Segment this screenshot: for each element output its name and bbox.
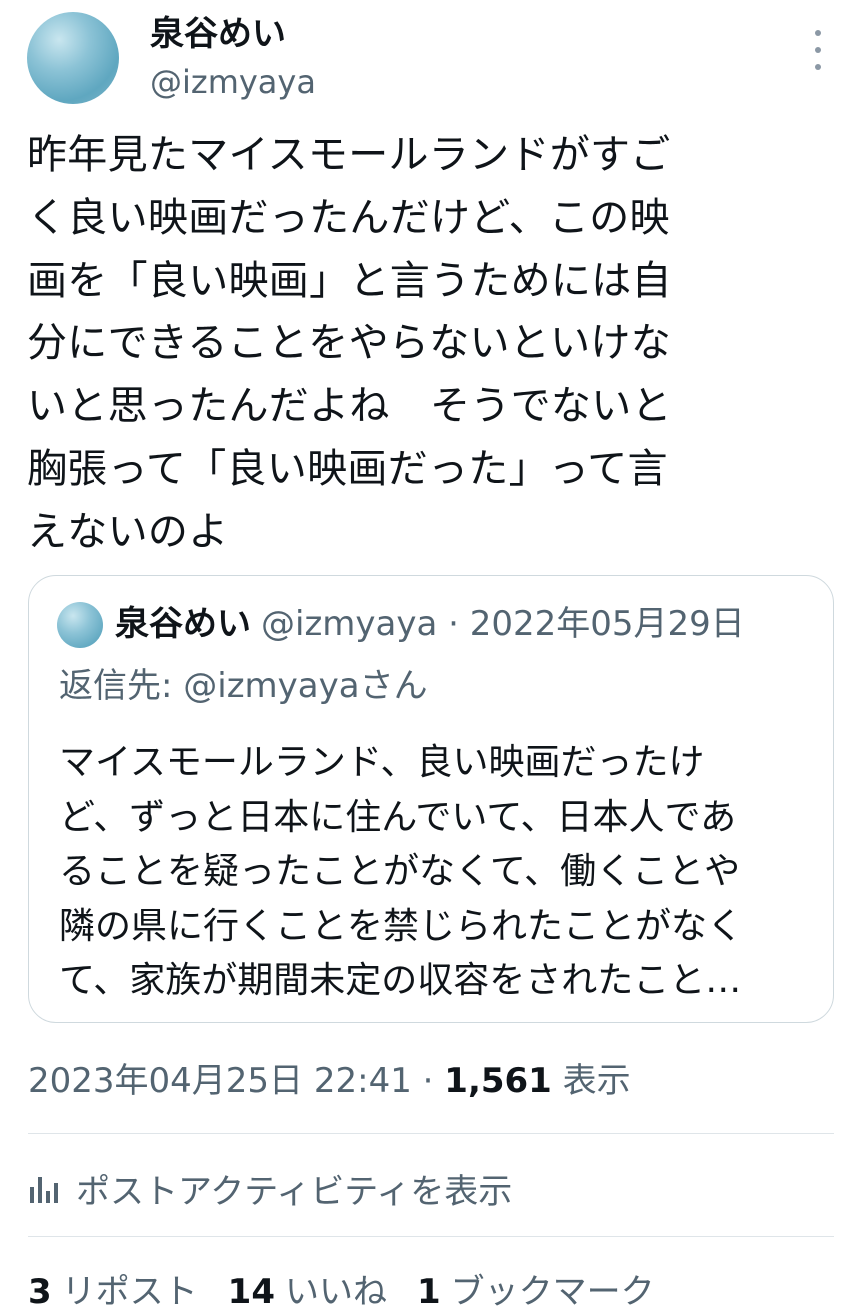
likes-label: いいね [285,1271,387,1312]
bookmarks-count: 1 [417,1271,441,1312]
reposts-label: リポスト [61,1271,198,1312]
bar-chart-icon [30,1177,58,1203]
bookmarks-label: ブックマーク [450,1271,655,1312]
quoted-avatar [57,602,103,648]
tweet-text: 昨年見たマイスモールランドがすご く良い映画だったんだけど、この映 画を「良い映… [27,132,672,555]
views-label: 表示 [551,1061,631,1101]
bookmarks-stat[interactable]: 1 ブックマーク [417,1264,655,1313]
timestamp[interactable]: 2023年04月25日 22:41 · [28,1061,444,1101]
divider [28,1133,834,1134]
quoted-handle-date: @izmyaya · 2022年05月29日 [261,604,745,644]
reposts-stat[interactable]: 3 リポスト [28,1264,198,1313]
engagement-stats: 3 リポスト 14 いいね 1 ブックマーク [28,1262,685,1314]
views-count: 1,561 [444,1061,552,1101]
divider [28,1236,834,1237]
author-handle[interactable]: @izmyaya [150,60,316,104]
post-activity-link[interactable]: ポストアクティビティを表示 [28,1160,512,1216]
likes-stat[interactable]: 14 いいね [228,1264,387,1313]
quoted-tweet-text: マイスモールランド、良い映画だったけ ど、ずっと日本に住んでいて、日本人であ る… [59,742,744,1001]
author-display-name[interactable]: 泉谷めい [150,12,286,56]
quoted-reply-to: 返信先: @izmyayaさん [59,666,428,706]
quoted-tweet-card[interactable]: 泉谷めい @izmyaya · 2022年05月29日 返信先: @izmyaya… [28,575,834,1023]
reposts-count: 3 [28,1271,52,1312]
quoted-header: 泉谷めい @izmyaya · 2022年05月29日 [115,600,745,648]
likes-count: 14 [227,1271,275,1312]
post-activity-label[interactable]: ポストアクティビティを表示 [76,1164,512,1213]
more-options-icon[interactable] [808,30,828,70]
quoted-display-name: 泉谷めい [115,604,251,644]
avatar[interactable] [27,12,119,104]
timestamp-views: 2023年04月25日 22:41 · 1,561 表示 [28,1056,631,1106]
